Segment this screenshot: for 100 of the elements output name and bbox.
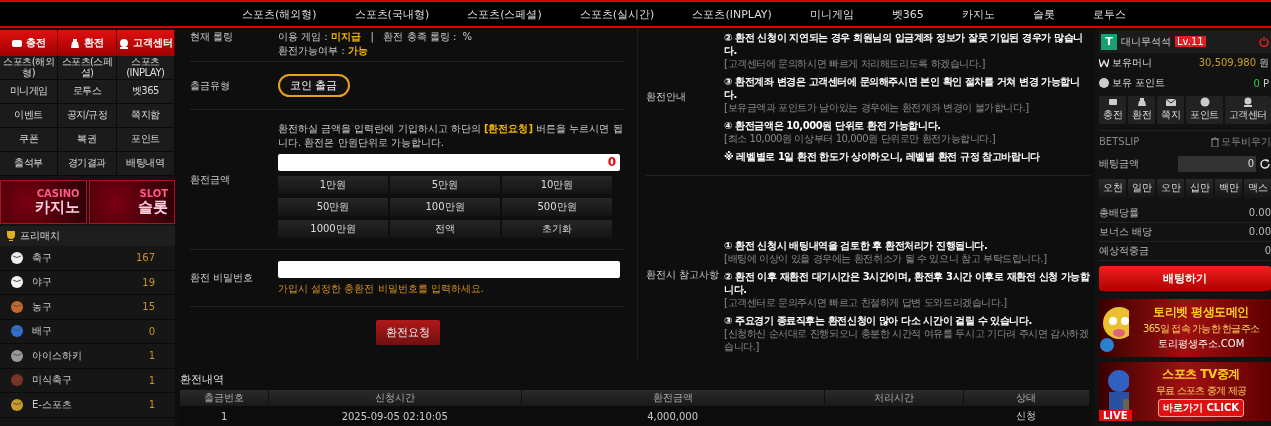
nav-link[interactable]: 스포츠(실시간) xyxy=(579,6,655,22)
nav-link[interactable]: 미니게임 xyxy=(809,6,854,22)
clear-all-button[interactable]: 모두비우기 xyxy=(1211,134,1271,149)
amount-chip-button[interactable]: 50만원 xyxy=(278,197,388,216)
nav-link[interactable]: 스포츠(스페셜) xyxy=(467,6,542,22)
banner-subtitle: 슬롯 xyxy=(138,198,168,216)
ball-icon xyxy=(10,373,24,388)
amount-chip-button[interactable]: 초기화 xyxy=(502,219,612,238)
sidebar-menu-item[interactable]: 벳365 xyxy=(116,80,175,104)
amount-input[interactable]: 0 xyxy=(278,153,620,171)
sidebar-menu-item[interactable]: 출석부 xyxy=(0,152,59,176)
password-input[interactable] xyxy=(278,260,620,278)
nav-link[interactable]: 스포츠(해외형) xyxy=(242,6,317,22)
amount-notice: 환전하실 금액을 입력란에 기입하시고 하단의 [환전요청] 버튼을 누르시면 됩니다. 환전은 만원단위로 가능합니다. xyxy=(278,121,624,150)
nav-link[interactable]: 슬롯 xyxy=(1032,6,1055,22)
banner-title: SLOT xyxy=(139,188,168,199)
bet-chip-button[interactable]: 맥스 xyxy=(1244,178,1271,198)
ball-icon xyxy=(10,348,24,363)
sidebar-menu-item[interactable]: 복권 xyxy=(58,128,117,152)
amount-chip-button[interactable]: 전액 xyxy=(390,219,500,238)
account-action-button[interactable]: 충전 xyxy=(1099,95,1127,124)
refresh-icon xyxy=(1259,157,1271,170)
sidebar-quick-button[interactable]: 고객센터 xyxy=(116,30,175,56)
sidebar-menu-item[interactable]: 미니게임 xyxy=(0,80,59,104)
amount-chip-button[interactable]: 5만원 xyxy=(390,175,500,194)
guide-title: ① 환전 신청시 배팅내역을 검토한 후 환전처리가 진행됩니다. xyxy=(724,239,989,252)
card-icon xyxy=(11,37,24,49)
sidebar-menu-item[interactable]: 이벤트 xyxy=(0,104,59,128)
section-label: 환전시 참고사항 xyxy=(646,267,721,282)
amount-chip-button[interactable]: 1만원 xyxy=(278,175,388,194)
field-label: 환전금액 xyxy=(190,172,231,187)
nav-link[interactable]: 스포츠(INPLAY) xyxy=(692,6,772,22)
bet-chip-button[interactable]: 오천 xyxy=(1099,178,1126,198)
sidebar-menu-item[interactable]: 쪽지함 xyxy=(116,104,175,128)
promo-banner[interactable]: LIVE 스포츠 TV중계 무료 스포츠 중계 제공 바로가기 CLICK xyxy=(1099,362,1271,421)
bet-amount-input[interactable]: 0 xyxy=(1178,155,1256,172)
sidebar-menu-item[interactable]: 배팅내역 xyxy=(116,152,175,176)
banner-subtitle: 카지노 xyxy=(34,198,80,216)
field-label: 출금유형 xyxy=(190,78,231,93)
account-action-button[interactable]: 고객센터 xyxy=(1224,95,1271,124)
nav-link[interactable]: 로투스 xyxy=(1092,6,1126,22)
game-banner[interactable]: CASINO 카지노 xyxy=(0,180,87,224)
amount-chip-button[interactable]: 1000만원 xyxy=(278,219,388,238)
promo-subtitle: 무료 스포츠 중계 제공 xyxy=(1156,384,1246,399)
sport-name: 농구 xyxy=(32,299,53,314)
summary-label: 총배당률 xyxy=(1099,205,1139,220)
sidebar-menu-item[interactable]: 포인트 xyxy=(116,128,175,152)
bet-amount-label: 배팅금액 xyxy=(1099,156,1139,171)
promo-title: 토리벳 평생도메인 xyxy=(1153,304,1249,322)
sidebar-menu-item[interactable]: 공지/규정 xyxy=(58,104,117,128)
sport-count: 1 xyxy=(148,350,155,362)
bet-chip-button[interactable]: 오만 xyxy=(1157,178,1184,198)
sport-count: 19 xyxy=(142,276,155,288)
live-badge: LIVE xyxy=(1099,410,1132,421)
account-action-button[interactable]: 포인트 xyxy=(1186,95,1223,124)
bet-chip-button[interactable]: 백만 xyxy=(1215,178,1242,198)
username: 대니무석석 xyxy=(1121,34,1171,49)
trash-icon xyxy=(1211,136,1219,147)
nav-link[interactable]: 카지노 xyxy=(961,6,995,22)
summary-label: 예상적중금 xyxy=(1099,243,1149,258)
sidebar-menu-item[interactable]: 스포츠(INPLAY) xyxy=(116,56,175,80)
sidebar-quick-button[interactable]: 환전 xyxy=(58,30,117,56)
sidebar-quick-button[interactable]: 충전 xyxy=(0,30,59,56)
amount-chip-button[interactable]: 500만원 xyxy=(502,197,612,216)
sidebar-menu-item[interactable]: 스포츠(해외형) xyxy=(0,56,59,80)
sport-name: 축구 xyxy=(32,250,53,265)
guide-title: ※ 레벨별로 1일 환전 한도가 상이하오니, 레벨별 환전 규정 참고바랍니다 xyxy=(724,150,1041,163)
banner-title: CASINO xyxy=(36,188,80,199)
bet-chip-button[interactable]: 십만 xyxy=(1186,178,1213,198)
bet-chip-button[interactable]: 일만 xyxy=(1128,178,1155,198)
account-action-button[interactable]: 쪽지 xyxy=(1157,95,1185,124)
account-action-button[interactable]: 환전 xyxy=(1128,95,1156,124)
promo-subtitle: 365일 접속 가능한 한글주소 xyxy=(1143,322,1259,337)
ball-icon xyxy=(10,275,24,290)
promo-banner[interactable]: 토리벳 평생도메인 365일 접속 가능한 한글주소 토리평생주소.COM xyxy=(1099,298,1271,358)
sidebar-menu-item[interactable]: 스포츠(스페셜) xyxy=(58,56,117,80)
guide-title: ② 환전 신청이 지연되는 경우 회원님의 입금계좌 정보가 잘못 기입된 경우가 많습니다. xyxy=(724,31,1084,57)
amount-chip-button[interactable]: 10만원 xyxy=(502,175,612,194)
ball-icon xyxy=(10,250,24,265)
sport-count: 1 xyxy=(148,374,155,386)
sport-name: 야구 xyxy=(32,275,53,290)
sidebar-menu-item[interactable]: 로투스 xyxy=(58,80,117,104)
guide-note: [고객센터에 문의하시면 빠르게 처리해드리도록 하겠습니다.] xyxy=(724,57,986,70)
summary-value: 0 xyxy=(1264,245,1271,257)
game-banner[interactable]: SLOT 슬롯 xyxy=(88,180,175,224)
password-hint: 가입시 설정한 충환전 비밀번호를 입력하세요. xyxy=(278,281,485,296)
coin-withdraw-button[interactable]: 코인 출금 xyxy=(278,74,350,97)
point-unit: P xyxy=(1262,77,1269,89)
withdraw-request-button[interactable]: 환전요청 xyxy=(375,320,440,345)
sidebar-menu-item[interactable]: 경기결과 xyxy=(58,152,117,176)
place-bet-button[interactable]: 배팅하기 xyxy=(1099,266,1271,291)
table-header: 처리시간 xyxy=(824,390,964,406)
field-label: 환전 비밀번호 xyxy=(190,271,255,285)
sidebar-menu-item[interactable]: 쿠폰 xyxy=(0,128,59,152)
guide-note: [배팅에 이상이 있을 경우에는 환전취소가 될 수 있으니 참고 부탁드립니다.] xyxy=(724,252,1048,265)
guide-note: [고객센터로 문의주시면 빠르고 친절하게 답변 도와드리겠습니다.] xyxy=(724,296,1008,309)
amount-chip-button[interactable]: 100만원 xyxy=(390,197,500,216)
nav-link[interactable]: 스포츠(국내형) xyxy=(354,6,430,22)
guide-note: [신청하신 순서대로 진행되오니 충분한 시간적 여유를 두시고 기다려 주시면 감사하겠습니다.] xyxy=(724,327,1090,353)
nav-link[interactable]: 벳365 xyxy=(891,6,924,22)
